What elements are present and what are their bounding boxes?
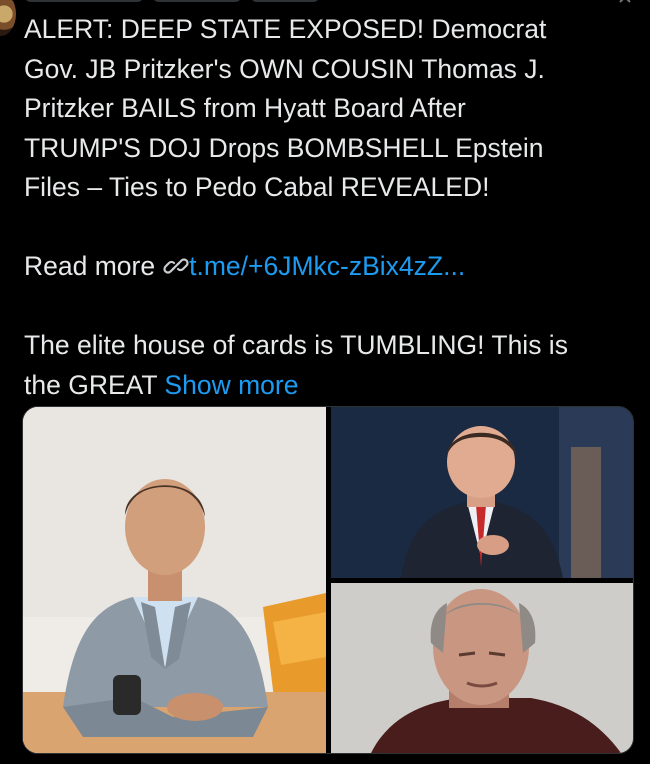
photo-1[interactable] bbox=[23, 407, 326, 753]
read-more-label: Read more bbox=[24, 251, 156, 281]
tweet-line: Files – Ties to Pedo Cabal REVEALED! bbox=[24, 172, 490, 202]
photo-3[interactable] bbox=[331, 583, 633, 753]
link-chain-icon bbox=[163, 253, 189, 279]
more-options-icon[interactable] bbox=[618, 0, 632, 4]
show-more-link[interactable]: Show more bbox=[164, 370, 298, 400]
tweet-text: ALERT: DEEP STATE EXPOSED! Democrat Gov.… bbox=[24, 10, 634, 405]
author-header-clipped bbox=[24, 0, 384, 4]
telegram-link[interactable]: t.me/+6JMkc-zBix4zZ... bbox=[189, 251, 465, 281]
tweet-line: The elite house of cards is TUMBLING! Th… bbox=[24, 330, 568, 360]
media-grid bbox=[22, 406, 634, 754]
tweet-last-line: the GREAT Show more bbox=[24, 366, 634, 406]
tweet-line: Gov. JB Pritzker's OWN COUSIN Thomas J. bbox=[24, 53, 545, 84]
tweet-line: ALERT: DEEP STATE EXPOSED! Democrat bbox=[24, 14, 547, 44]
author-avatar[interactable] bbox=[0, 0, 16, 36]
photo-2[interactable] bbox=[331, 407, 633, 578]
tweet-line: the GREAT bbox=[24, 369, 158, 400]
read-more-line: Read more t.me/+6JMkc-zBix4zZ... bbox=[24, 247, 634, 287]
tweet-line: Pritzker BAILS from Hyatt Board After bbox=[24, 93, 466, 123]
tweet-line: TRUMP'S DOJ Drops BOMBSHELL Epstein bbox=[24, 132, 544, 163]
